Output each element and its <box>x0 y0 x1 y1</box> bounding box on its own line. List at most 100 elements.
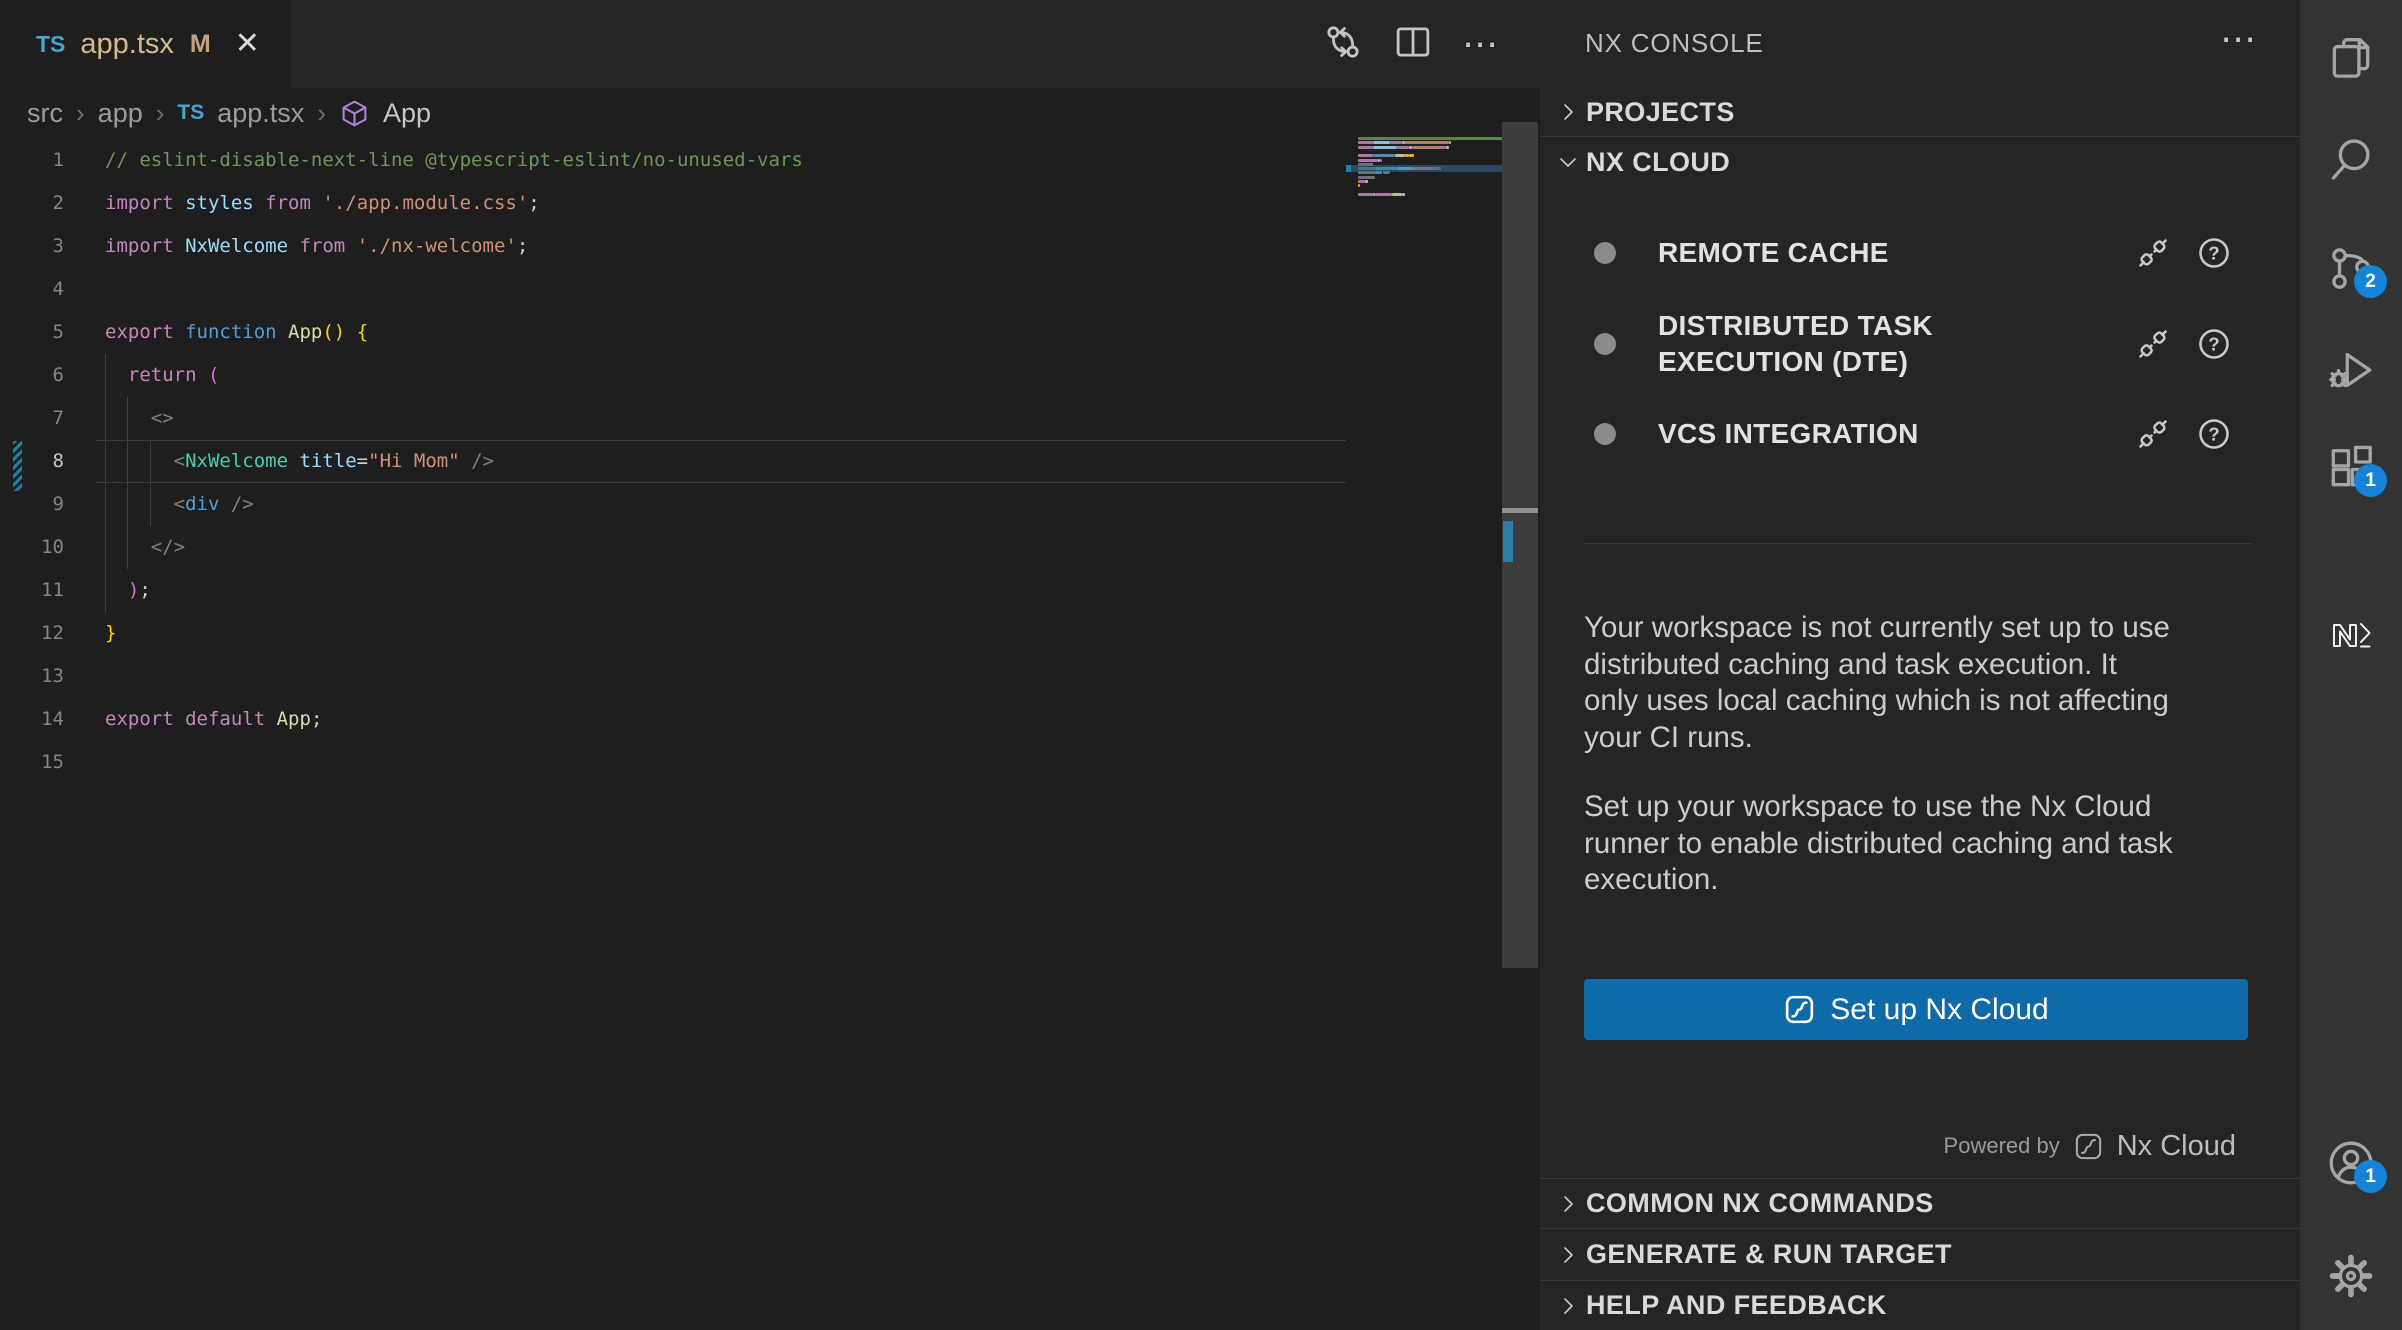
line-number[interactable]: 4 <box>0 268 64 311</box>
activity-run-and-debug[interactable] <box>2326 345 2376 395</box>
line-number[interactable]: 2 <box>0 182 64 225</box>
nx-console-panel: NX CONSOLE ⋯ PROJECTS NX CLOUD REMOTE CA… <box>1540 0 2300 1330</box>
activity-nx-console[interactable] <box>2326 610 2376 660</box>
panel-more-actions-icon[interactable]: ⋯ <box>2220 18 2256 60</box>
minimap-line <box>1375 193 1392 196</box>
line-number[interactable]: 5 <box>0 311 64 354</box>
section-label: GENERATE & RUN TARGET <box>1586 1239 1952 1270</box>
minimap-line <box>1358 141 1373 144</box>
minimap-line <box>1390 141 1402 144</box>
badge-count: 1 <box>2354 1160 2387 1193</box>
tab-bar: TS app.tsx M ✕ ⋯ <box>0 0 1540 88</box>
code-line[interactable]: // eslint-disable-next-line @typescript-… <box>105 139 803 182</box>
code-line[interactable]: return ( <box>105 354 803 397</box>
activity-accounts[interactable]: 1 <box>2326 1138 2376 1188</box>
editor-toolbar: ⋯ <box>1322 0 1500 88</box>
overview-ruler-cursor <box>1502 508 1538 513</box>
setup-nx-cloud-button[interactable]: Set up Nx Cloud <box>1584 979 2248 1040</box>
feature-label: REMOTE CACHE <box>1658 235 1889 271</box>
code-line[interactable] <box>105 741 803 784</box>
minimap-line <box>1358 180 1365 183</box>
tab-label: app.tsx <box>80 28 174 61</box>
section-generate-run-target[interactable]: GENERATE & RUN TARGET <box>1540 1228 2300 1280</box>
code-line[interactable]: import styles from './app.module.css'; <box>105 182 803 225</box>
activity-bar: 211 <box>2300 0 2402 1330</box>
connect-icon[interactable] <box>2134 415 2172 453</box>
section-common-nx-commands[interactable]: COMMON NX COMMANDS <box>1540 1178 2300 1228</box>
nx-logo-icon <box>2326 647 2376 664</box>
code-line[interactable]: export function App() { <box>105 311 803 354</box>
connect-icon[interactable] <box>2134 234 2172 272</box>
code-line[interactable]: export default App; <box>105 698 803 741</box>
code-line[interactable]: <div /> <box>105 483 803 526</box>
section-help-and-feedback[interactable]: HELP AND FEEDBACK <box>1540 1280 2300 1330</box>
code-line[interactable]: ); <box>105 569 803 612</box>
line-number[interactable]: 6 <box>0 354 64 397</box>
section-nx-cloud[interactable]: NX CLOUD <box>1540 137 2300 187</box>
line-number[interactable]: 12 <box>0 612 64 655</box>
help-icon[interactable]: ? <box>2196 326 2232 362</box>
minimap-line <box>1358 176 1375 179</box>
search-icon <box>2326 172 2376 189</box>
line-number[interactable]: 8 <box>0 440 64 483</box>
nx-cloud-logo-icon <box>2073 1131 2104 1162</box>
chevron-right-icon <box>1556 100 1580 124</box>
line-number[interactable]: 15 <box>0 741 64 784</box>
activity-search[interactable] <box>2326 135 2376 185</box>
activity-extensions[interactable]: 1 <box>2326 442 2376 492</box>
badge-count: 2 <box>2354 265 2387 298</box>
tab-app-tsx[interactable]: TS app.tsx M ✕ <box>0 0 290 88</box>
code-line[interactable]: <> <box>105 397 803 440</box>
line-number[interactable]: 3 <box>0 225 64 268</box>
nx-cloud-feature-row: REMOTE CACHE? <box>1540 230 2300 276</box>
breadcrumb-src[interactable]: src <box>27 98 63 129</box>
breadcrumb-symbol[interactable]: App <box>383 98 431 129</box>
nx-cloud-brand-label: Nx Cloud <box>2117 1130 2236 1163</box>
section-projects[interactable]: PROJECTS <box>1540 88 2300 136</box>
activity-settings[interactable] <box>2326 1251 2376 1301</box>
breadcrumb-app[interactable]: app <box>98 98 143 129</box>
powered-by-row: Powered by Nx Cloud <box>1944 1124 2236 1168</box>
overview-ruler-modified <box>1503 521 1513 562</box>
nx-cloud-logo-icon <box>1783 993 1816 1026</box>
line-number[interactable]: 1 <box>0 139 64 182</box>
line-number[interactable]: 14 <box>0 698 64 741</box>
line-number[interactable]: 7 <box>0 397 64 440</box>
code-line[interactable] <box>105 268 803 311</box>
symbol-class-icon <box>339 98 370 129</box>
minimap-line <box>1405 141 1449 144</box>
activity-explorer[interactable] <box>2326 33 2376 83</box>
line-number[interactable]: 10 <box>0 526 64 569</box>
close-tab-icon[interactable]: ✕ <box>235 29 260 59</box>
breadcrumb-file[interactable]: app.tsx <box>217 98 304 129</box>
open-changes-icon[interactable] <box>1322 21 1364 68</box>
status-bullet-icon <box>1594 423 1616 445</box>
code-line[interactable] <box>105 655 803 698</box>
code-line[interactable]: import NxWelcome from './nx-welcome'; <box>105 225 803 268</box>
line-number[interactable]: 13 <box>0 655 64 698</box>
code-line[interactable]: <NxWelcome title="Hi Mom" /> <box>105 440 803 483</box>
code-line[interactable]: </> <box>105 526 803 569</box>
chevron-down-icon <box>1556 150 1580 174</box>
activity-source-control[interactable]: 2 <box>2326 243 2376 293</box>
line-number[interactable]: 9 <box>0 483 64 526</box>
connect-icon[interactable] <box>2134 325 2172 363</box>
minimap-line <box>1373 154 1395 157</box>
code-editor[interactable]: // eslint-disable-next-line @typescript-… <box>105 139 803 784</box>
breadcrumb-separator: › <box>156 98 165 129</box>
split-editor-icon[interactable] <box>1392 21 1434 68</box>
code-line[interactable]: } <box>105 612 803 655</box>
help-icon[interactable]: ? <box>2196 416 2232 452</box>
modified-badge: M <box>190 30 211 59</box>
minimap-line <box>1402 193 1404 196</box>
help-icon[interactable]: ? <box>2196 235 2232 271</box>
more-actions-icon[interactable]: ⋯ <box>1462 23 1500 65</box>
section-label: HELP AND FEEDBACK <box>1586 1290 1887 1321</box>
minimap-line <box>1392 193 1402 196</box>
line-number[interactable]: 11 <box>0 569 64 612</box>
line-number-gutter[interactable]: 123456789101112131415 <box>0 139 64 784</box>
files-icon <box>2326 70 2376 87</box>
feature-label: DISTRIBUTED TASK EXECUTION (DTE) <box>1658 308 1933 380</box>
gutter-modified-marker <box>13 441 22 491</box>
minimap-current-line <box>1346 165 1502 172</box>
